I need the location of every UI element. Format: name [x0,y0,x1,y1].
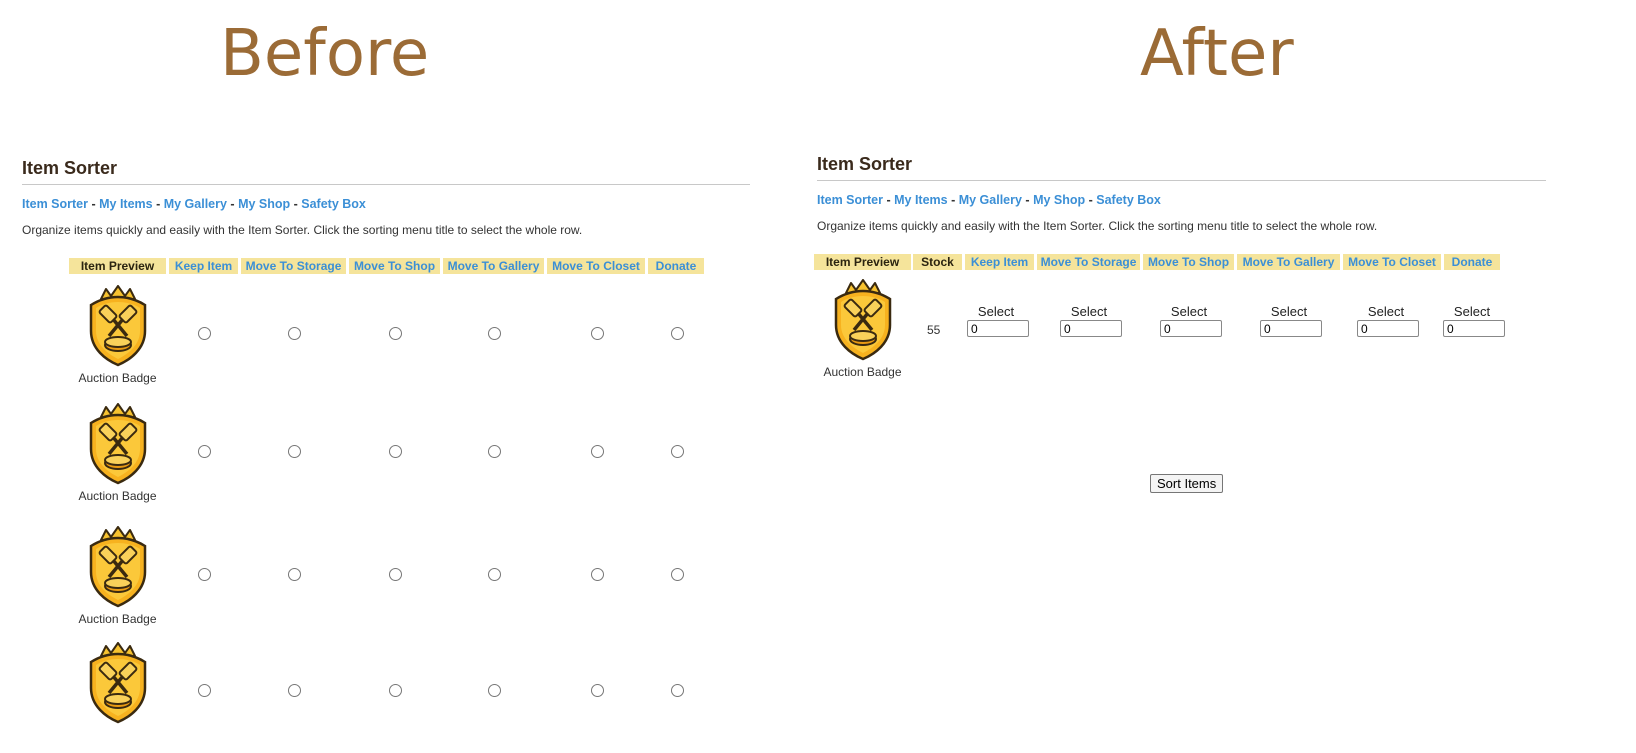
quantity-input-move-to-storage[interactable] [1060,320,1122,337]
nav-my-shop[interactable]: My Shop [1033,193,1085,207]
nav-my-gallery[interactable]: My Gallery [164,197,227,211]
radio-donate[interactable] [671,445,684,458]
radio-move-to-storage[interactable] [288,684,301,697]
sort-items-button[interactable]: Sort Items [1150,474,1224,493]
description: Organize items quickly and easily with t… [817,219,1378,233]
radio-move-to-shop[interactable] [389,684,402,697]
nav-links: Item Sorter - My Items - My Gallery - My… [817,193,1161,207]
before-panel: Item Sorter Item Sorter - My Items - My … [22,158,750,237]
radio-move-to-gallery[interactable] [488,327,501,340]
item-preview: Auction Badge [69,403,166,503]
radio-move-to-storage[interactable] [288,445,301,458]
select-label[interactable]: Select [1440,304,1504,319]
radio-donate[interactable] [671,327,684,340]
item-name: Auction Badge [78,371,157,385]
radio-move-to-shop[interactable] [389,327,402,340]
quantity-input-move-to-shop[interactable] [1160,320,1222,337]
col-move-to-gallery[interactable]: Move To Gallery [1237,254,1340,270]
quantity-input-move-to-gallery[interactable] [1260,320,1322,337]
before-label: Before [220,17,430,91]
description: Organize items quickly and easily with t… [22,223,583,237]
radio-donate[interactable] [671,568,684,581]
radio-keep-item[interactable] [198,684,211,697]
col-move-to-closet[interactable]: Move To Closet [1343,254,1441,270]
radio-keep-item[interactable] [198,327,211,340]
radio-move-to-shop[interactable] [389,568,402,581]
radio-move-to-gallery[interactable] [488,568,501,581]
item-name: Auction Badge [78,489,157,503]
col-move-to-shop[interactable]: Move To Shop [1143,254,1234,270]
nav-safety-box[interactable]: Safety Box [1096,193,1161,207]
auction-badge-icon [69,642,166,724]
auction-badge-icon [69,285,166,367]
item-preview: Auction Badge [69,285,166,385]
item-name: Auction Badge [823,365,902,379]
nav-item-sorter[interactable]: Item Sorter [22,197,88,211]
radio-move-to-storage[interactable] [288,568,301,581]
nav-my-gallery[interactable]: My Gallery [959,193,1022,207]
nav-links: Item Sorter - My Items - My Gallery - My… [22,197,366,211]
nav-safety-box[interactable]: Safety Box [301,197,366,211]
item-preview [69,642,166,728]
radio-keep-item[interactable] [198,445,211,458]
col-keep-item[interactable]: Keep Item [965,254,1034,270]
col-move-to-storage[interactable]: Move To Storage [1037,254,1140,270]
radio-move-to-storage[interactable] [288,327,301,340]
radio-move-to-gallery[interactable] [488,684,501,697]
after-header-row: Item Preview Stock Keep Item Move To Sto… [0,254,1636,270]
col-item-preview: Item Preview [814,254,911,270]
quantity-input-keep-item[interactable] [967,320,1029,337]
select-label[interactable]: Select [964,304,1028,319]
quantity-input-donate[interactable] [1443,320,1505,337]
auction-badge-icon [69,526,166,608]
item-name: Auction Badge [78,612,157,626]
select-label[interactable]: Select [1157,304,1221,319]
after-panel: Item Sorter Item Sorter - My Items - My … [817,154,1546,233]
col-stock: Stock [913,254,962,270]
select-label[interactable]: Select [1354,304,1418,319]
select-label[interactable]: Select [1057,304,1121,319]
after-item-preview: Auction Badge [814,279,911,379]
page-title: Item Sorter [817,154,1546,181]
radio-move-to-closet[interactable] [591,684,604,697]
radio-keep-item[interactable] [198,568,211,581]
radio-move-to-shop[interactable] [389,445,402,458]
radio-move-to-closet[interactable] [591,327,604,340]
radio-donate[interactable] [671,684,684,697]
radio-move-to-closet[interactable] [591,568,604,581]
item-preview: Auction Badge [69,526,166,626]
nav-my-shop[interactable]: My Shop [238,197,290,211]
page-title: Item Sorter [22,158,750,185]
after-label: After [1140,17,1294,91]
quantity-input-move-to-closet[interactable] [1357,320,1419,337]
radio-move-to-closet[interactable] [591,445,604,458]
auction-badge-icon [814,279,911,361]
nav-item-sorter[interactable]: Item Sorter [817,193,883,207]
col-donate[interactable]: Donate [1444,254,1500,270]
stock-value: 55 [927,323,941,337]
nav-my-items[interactable]: My Items [99,197,153,211]
radio-move-to-gallery[interactable] [488,445,501,458]
nav-my-items[interactable]: My Items [894,193,948,207]
auction-badge-icon [69,403,166,485]
select-label[interactable]: Select [1257,304,1321,319]
